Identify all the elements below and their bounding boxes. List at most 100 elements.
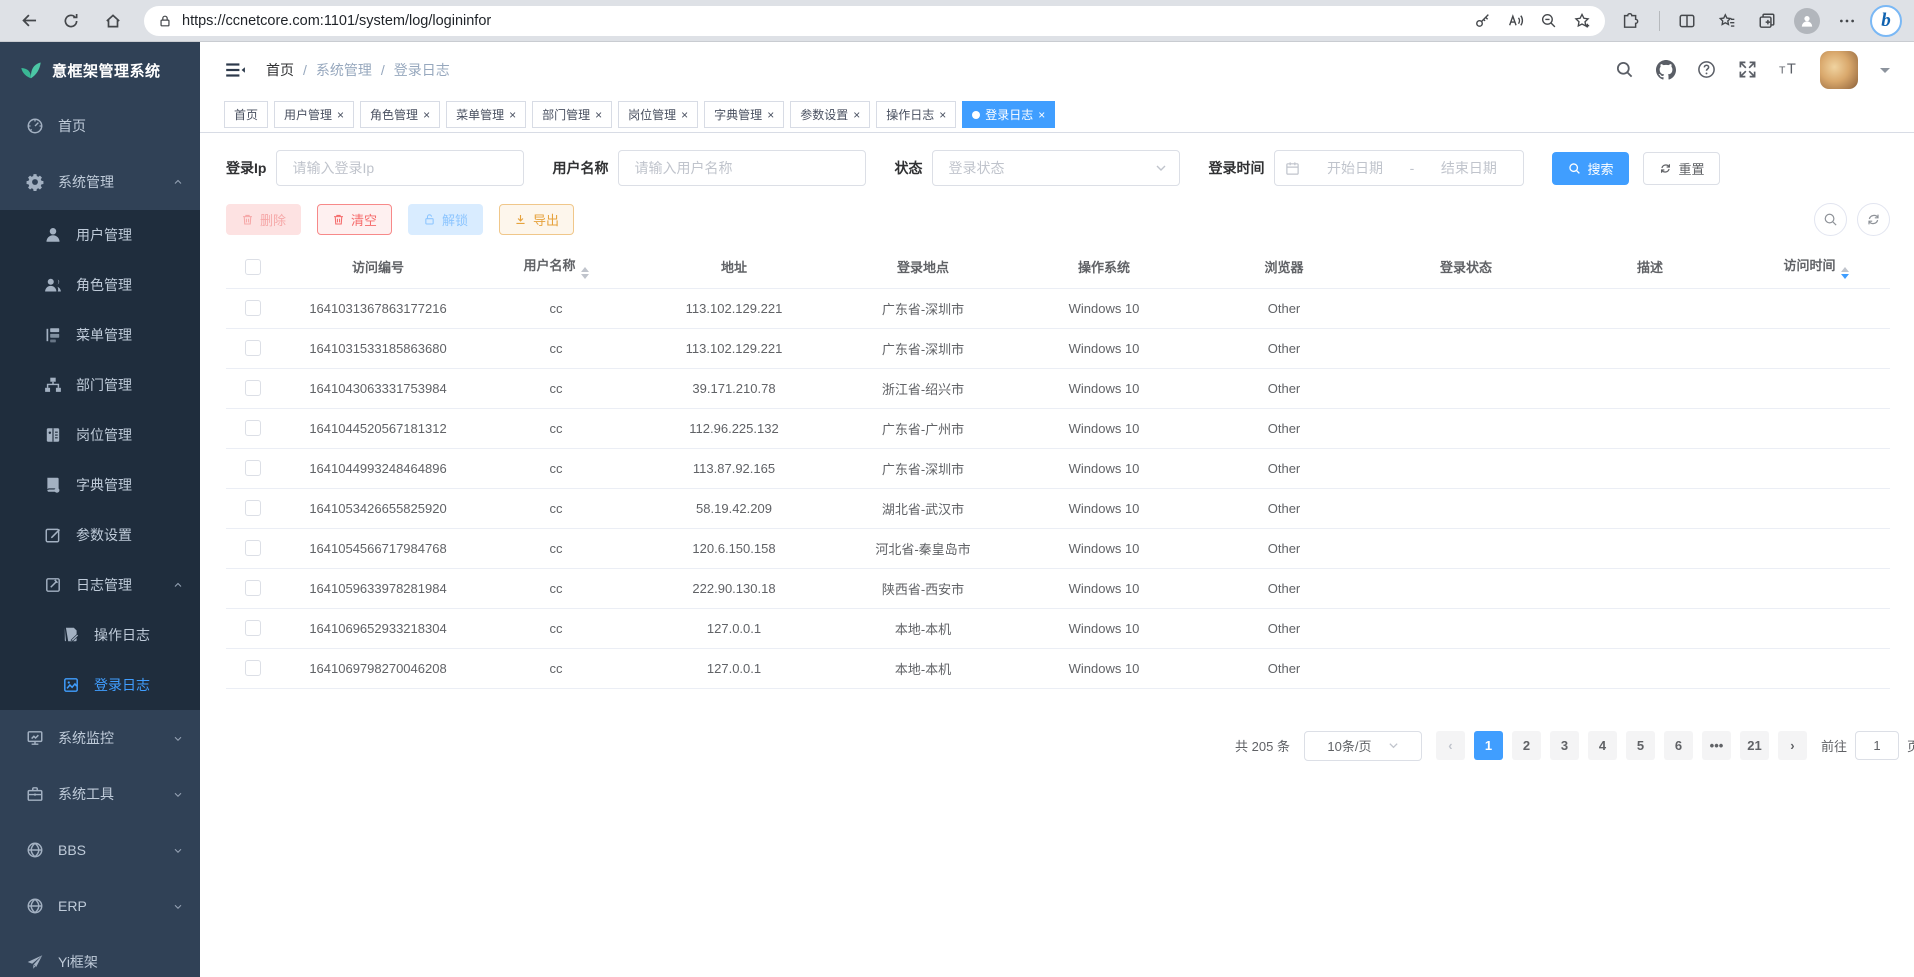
url-text[interactable]: https://ccnetcore.com:1101/system/log/lo… bbox=[182, 13, 491, 29]
user-avatar[interactable] bbox=[1820, 51, 1858, 89]
zoom-out-icon[interactable] bbox=[1540, 12, 1557, 29]
url-bar[interactable]: https://ccnetcore.com:1101/system/log/lo… bbox=[144, 6, 1605, 36]
breadcrumb-home[interactable]: 首页 bbox=[266, 60, 294, 80]
page-button-5[interactable]: 5 bbox=[1626, 731, 1655, 760]
select-all-checkbox[interactable] bbox=[245, 259, 261, 275]
sidebar-item-erp[interactable]: ERP bbox=[0, 878, 200, 934]
sidebar-item-dict-mgmt[interactable]: 字典管理 bbox=[0, 460, 200, 510]
sidebar-item-log-mgmt[interactable]: 日志管理 bbox=[0, 560, 200, 610]
close-tab-icon[interactable]: × bbox=[853, 109, 860, 121]
sort-caret-icon[interactable] bbox=[1841, 267, 1849, 279]
page-button-6[interactable]: 6 bbox=[1664, 731, 1693, 760]
close-tab-icon[interactable]: × bbox=[939, 109, 946, 121]
more-pages-button[interactable]: ••• bbox=[1702, 731, 1731, 760]
row-checkbox[interactable] bbox=[245, 580, 261, 596]
status-select[interactable]: 登录状态 bbox=[932, 150, 1180, 186]
refresh-table-button[interactable] bbox=[1857, 203, 1890, 236]
search-icon[interactable] bbox=[1615, 60, 1634, 79]
tab-参数设置[interactable]: 参数设置× bbox=[790, 101, 870, 128]
column-header-用户名称[interactable]: 用户名称 bbox=[476, 246, 636, 288]
toggle-search-button[interactable] bbox=[1814, 203, 1847, 236]
bing-chat-icon[interactable]: b bbox=[1870, 5, 1902, 37]
next-page-button[interactable]: › bbox=[1778, 731, 1807, 760]
sidebar-item-operation-log[interactable]: 操作日志 bbox=[0, 610, 200, 660]
collections-icon[interactable] bbox=[1750, 4, 1784, 38]
close-tab-icon[interactable]: × bbox=[767, 109, 774, 121]
tab-菜单管理[interactable]: 菜单管理× bbox=[446, 101, 526, 128]
sidebar-item-role-mgmt[interactable]: 角色管理 bbox=[0, 260, 200, 310]
help-icon[interactable] bbox=[1697, 60, 1716, 79]
column-header-访问时间[interactable]: 访问时间 bbox=[1742, 246, 1890, 288]
page-button-3[interactable]: 3 bbox=[1550, 731, 1579, 760]
sidebar-item-post-mgmt[interactable]: 岗位管理 bbox=[0, 410, 200, 460]
page-size-select[interactable]: 10条/页 bbox=[1304, 731, 1422, 761]
extensions-icon[interactable] bbox=[1613, 4, 1647, 38]
login-ip-input[interactable] bbox=[276, 150, 524, 186]
refresh-icon[interactable] bbox=[54, 4, 88, 38]
tab-首页[interactable]: 首页 bbox=[224, 101, 268, 128]
unlock-button[interactable]: 解锁 bbox=[408, 204, 483, 235]
page-button-1[interactable]: 1 bbox=[1474, 731, 1503, 760]
prev-page-button[interactable]: ‹ bbox=[1436, 731, 1465, 760]
favorites-bar-icon[interactable] bbox=[1710, 4, 1744, 38]
github-icon[interactable] bbox=[1656, 60, 1675, 79]
sidebar-item-system-mgmt[interactable]: 系统管理 bbox=[0, 154, 200, 210]
close-tab-icon[interactable]: × bbox=[509, 109, 516, 121]
back-icon[interactable] bbox=[12, 4, 46, 38]
delete-button[interactable]: 删除 bbox=[226, 204, 301, 235]
font-size-icon[interactable]: TT bbox=[1779, 60, 1798, 79]
row-checkbox[interactable] bbox=[245, 540, 261, 556]
row-checkbox[interactable] bbox=[245, 500, 261, 516]
breadcrumb-system[interactable]: 系统管理 bbox=[316, 60, 372, 80]
close-tab-icon[interactable]: × bbox=[423, 109, 430, 121]
tab-登录日志[interactable]: 登录日志× bbox=[962, 101, 1055, 128]
search-button[interactable]: 搜索 bbox=[1552, 152, 1629, 185]
row-checkbox[interactable] bbox=[245, 380, 261, 396]
sidebar-collapse-icon[interactable] bbox=[224, 59, 246, 81]
row-checkbox[interactable] bbox=[245, 620, 261, 636]
row-checkbox[interactable] bbox=[245, 340, 261, 356]
sidebar-item-login-log[interactable]: 登录日志 bbox=[0, 660, 200, 710]
reset-button[interactable]: 重置 bbox=[1643, 152, 1720, 185]
home-icon[interactable] bbox=[96, 4, 130, 38]
more-menu-icon[interactable] bbox=[1830, 4, 1864, 38]
row-checkbox[interactable] bbox=[245, 460, 261, 476]
close-tab-icon[interactable]: × bbox=[337, 109, 344, 121]
tab-操作日志[interactable]: 操作日志× bbox=[876, 101, 956, 128]
row-checkbox[interactable] bbox=[245, 660, 261, 676]
sidebar-item-system-monitor[interactable]: 系统监控 bbox=[0, 710, 200, 766]
sort-caret-icon[interactable] bbox=[581, 267, 589, 279]
close-tab-icon[interactable]: × bbox=[595, 109, 602, 121]
split-screen-icon[interactable] bbox=[1670, 4, 1704, 38]
goto-page-input[interactable] bbox=[1855, 731, 1899, 760]
clear-button[interactable]: 清空 bbox=[317, 204, 392, 235]
fullscreen-icon[interactable] bbox=[1738, 60, 1757, 79]
avatar-caret-down-icon[interactable] bbox=[1880, 68, 1890, 78]
read-aloud-icon[interactable] bbox=[1507, 12, 1524, 29]
export-button[interactable]: 导出 bbox=[499, 204, 574, 235]
page-button-2[interactable]: 2 bbox=[1512, 731, 1541, 760]
page-button-4[interactable]: 4 bbox=[1588, 731, 1617, 760]
sidebar-item-menu-mgmt[interactable]: 菜单管理 bbox=[0, 310, 200, 360]
row-checkbox[interactable] bbox=[245, 420, 261, 436]
tab-用户管理[interactable]: 用户管理× bbox=[274, 101, 354, 128]
site-lock-icon[interactable] bbox=[158, 14, 172, 28]
sidebar-item-yi-framework[interactable]: Yi框架 bbox=[0, 934, 200, 977]
sidebar-item-system-tools[interactable]: 系统工具 bbox=[0, 766, 200, 822]
add-favorite-icon[interactable] bbox=[1573, 12, 1591, 30]
sidebar-item-dept-mgmt[interactable]: 部门管理 bbox=[0, 360, 200, 410]
tab-部门管理[interactable]: 部门管理× bbox=[532, 101, 612, 128]
password-key-icon[interactable] bbox=[1474, 12, 1491, 29]
tab-岗位管理[interactable]: 岗位管理× bbox=[618, 101, 698, 128]
username-input[interactable] bbox=[618, 150, 866, 186]
page-button-21[interactable]: 21 bbox=[1740, 731, 1769, 760]
sidebar-item-param-settings[interactable]: 参数设置 bbox=[0, 510, 200, 560]
browser-profile-icon[interactable] bbox=[1790, 4, 1824, 38]
date-range-picker[interactable]: 开始日期 - 结束日期 bbox=[1274, 150, 1524, 186]
sidebar-item-home[interactable]: 首页 bbox=[0, 98, 200, 154]
row-checkbox[interactable] bbox=[245, 300, 261, 316]
tab-字典管理[interactable]: 字典管理× bbox=[704, 101, 784, 128]
close-tab-icon[interactable]: × bbox=[1038, 109, 1045, 121]
tab-角色管理[interactable]: 角色管理× bbox=[360, 101, 440, 128]
close-tab-icon[interactable]: × bbox=[681, 109, 688, 121]
